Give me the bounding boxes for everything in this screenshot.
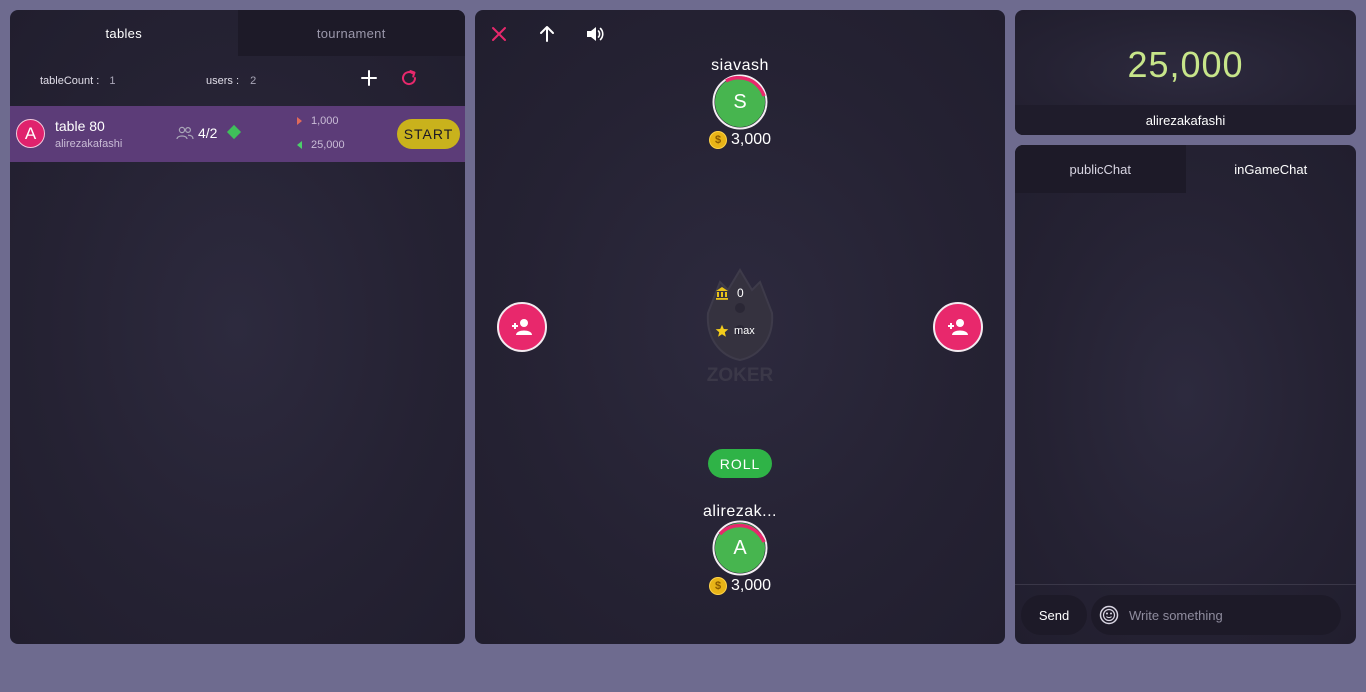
bottom-player-avatar[interactable]: A xyxy=(712,520,768,576)
bottom-player-chips-value: 3,000 xyxy=(731,577,772,594)
balance-amount: 25,000 xyxy=(1127,44,1244,85)
logo-text: ZOKER xyxy=(707,365,774,386)
max-indicator: max xyxy=(715,324,755,338)
tab-public-chat[interactable]: publicChat xyxy=(1015,145,1186,193)
game-board: siavash S $ 3,000 ZOKER 0 max ROLL alire… xyxy=(475,10,1005,644)
message-input[interactable] xyxy=(1091,595,1341,635)
top-player-letter: S xyxy=(733,90,747,113)
diamond-icon xyxy=(226,124,242,140)
table-count-label: tableCount : xyxy=(40,75,100,87)
close-icon xyxy=(492,27,506,41)
star-icon xyxy=(715,324,729,337)
bottom-player-letter: A xyxy=(733,536,747,559)
tables-panel: tables tournament tableCount : 1 users :… xyxy=(10,10,465,644)
balance-panel: 25,000 alirezakafashi xyxy=(1015,10,1356,135)
players-count: 4/2 xyxy=(198,125,218,141)
triangle-left-icon xyxy=(297,141,302,149)
tab-tables[interactable]: tables xyxy=(10,10,238,56)
chat-tabs: publicChat inGameChat xyxy=(1015,145,1356,193)
start-button[interactable]: START xyxy=(397,119,460,149)
roll-button[interactable]: ROLL xyxy=(708,449,772,478)
table-row[interactable]: A table 80 alirezakafashi 4/2 1,000 25,0… xyxy=(10,106,465,162)
plus-icon xyxy=(361,70,377,86)
close-button[interactable] xyxy=(487,22,511,46)
top-player-chips-value: 3,000 xyxy=(731,131,772,148)
add-player-right-button[interactable] xyxy=(933,302,983,352)
coin-icon: $ xyxy=(709,131,727,149)
table-owner: alirezakafashi xyxy=(55,138,123,150)
pot-value: 0 xyxy=(737,286,744,300)
avatar: A xyxy=(16,119,45,148)
arrow-up-button[interactable] xyxy=(535,22,559,46)
refresh-button[interactable] xyxy=(395,64,423,92)
top-player-name: siavash xyxy=(711,57,769,74)
users-icon xyxy=(176,126,194,140)
add-user-icon xyxy=(948,319,968,335)
tab-in-game-chat[interactable]: inGameChat xyxy=(1186,145,1357,193)
bottom-player-name: alirezak... xyxy=(703,503,777,520)
top-player-avatar[interactable]: S xyxy=(712,74,768,130)
tables-tabs: tables tournament xyxy=(10,10,465,56)
min-bet: 1,000 xyxy=(297,115,339,127)
refresh-icon xyxy=(402,70,417,86)
bottom-player-chips: $ 3,000 xyxy=(709,577,771,595)
min-bet-value: 1,000 xyxy=(311,115,339,127)
users-label: users : xyxy=(206,75,240,87)
add-player-left-button[interactable] xyxy=(497,302,547,352)
table-count-value: 1 xyxy=(109,75,116,87)
table-players: 4/2 xyxy=(176,125,217,141)
chat-footer: Send xyxy=(1015,584,1356,644)
balance-username: alirezakafashi xyxy=(1015,105,1356,135)
pot: 0 xyxy=(715,286,744,300)
add-user-icon xyxy=(512,319,532,335)
top-player-chips: $ 3,000 xyxy=(709,131,771,149)
send-button[interactable]: Send xyxy=(1021,595,1087,635)
triangle-right-icon xyxy=(297,117,302,125)
chat-panel: publicChat inGameChat Send xyxy=(1015,145,1356,644)
table-name: table 80 xyxy=(55,118,105,134)
bank-icon xyxy=(716,287,728,300)
volume-button[interactable] xyxy=(583,22,607,46)
emoji-icon[interactable] xyxy=(1099,605,1119,625)
arrow-up-icon xyxy=(540,26,554,42)
tab-tournament[interactable]: tournament xyxy=(237,10,465,56)
max-bet-value: 25,000 xyxy=(311,139,345,151)
max-label: max xyxy=(734,325,755,337)
add-table-button[interactable] xyxy=(355,64,383,92)
volume-icon xyxy=(587,27,604,41)
coin-icon: $ xyxy=(709,577,727,595)
max-bet: 25,000 xyxy=(297,139,345,151)
users-value: 2 xyxy=(250,75,257,87)
